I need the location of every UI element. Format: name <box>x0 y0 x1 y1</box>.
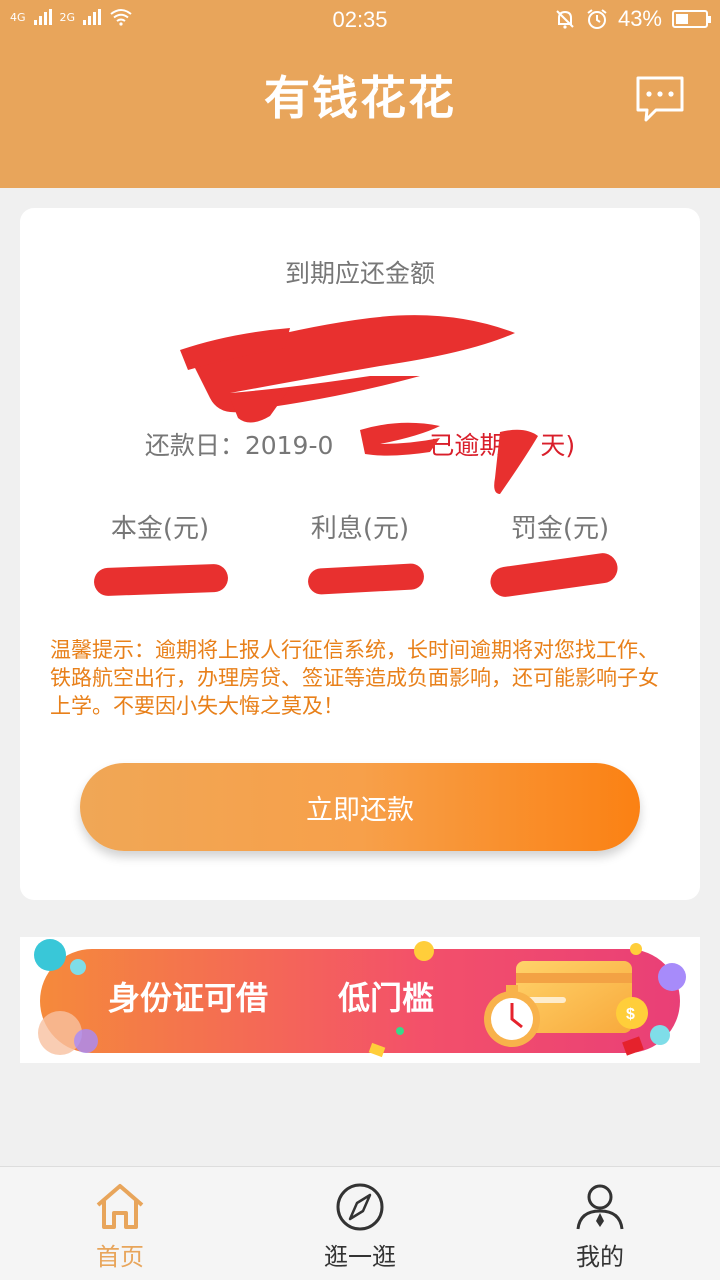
redaction-principal <box>93 563 229 597</box>
nav-item-home[interactable]: 首页 <box>0 1167 240 1280</box>
penalty-label: 罚金(元) <box>510 514 610 544</box>
principal-label: 本金(元) <box>110 514 210 544</box>
status-right: 43% <box>554 6 711 32</box>
due-date-value: 2019-0 <box>244 431 334 460</box>
compass-icon <box>336 1183 384 1231</box>
mute-icon <box>556 10 574 29</box>
home-icon <box>96 1184 144 1229</box>
page-title: 有钱花花 <box>264 71 456 125</box>
repay-now-button[interactable]: 立即还款 <box>80 763 640 851</box>
bottom-nav: 首页 逛一逛 我的 <box>0 1166 720 1280</box>
interest-label: 利息(元) <box>310 514 410 544</box>
promo-banner-graphic: $ 身份证可借 低门槛 <box>34 939 686 1058</box>
redaction-date <box>360 422 538 494</box>
alarm-icon <box>587 9 607 29</box>
user-icon <box>576 1184 624 1230</box>
due-amount-label: 到期应还金额 <box>284 259 435 288</box>
nav-label-mine: 我的 <box>576 1243 624 1271</box>
due-date-label: 还款日： <box>144 431 245 460</box>
nav-label-explore: 逛一逛 <box>324 1243 396 1271</box>
message-button[interactable] <box>634 74 686 126</box>
svg-text:$: $ <box>626 1006 635 1023</box>
battery-icon <box>672 10 711 28</box>
repayment-card: 到期应还金额 还款日：2019-0 已逾期 天) 本金(元) 利息(元) 罚金(元)… <box>20 208 700 900</box>
promo-banner[interactable]: $ 身份证可借 低门槛 <box>20 937 700 1063</box>
nav-item-explore[interactable]: 逛一逛 <box>240 1167 480 1280</box>
nav-item-mine[interactable]: 我的 <box>480 1167 720 1280</box>
battery-percent: 43% <box>617 6 662 31</box>
banner-text-1: 身份证可借 <box>108 979 268 1017</box>
banner-text-2: 低门槛 <box>338 979 434 1017</box>
nav-label-home: 首页 <box>96 1243 144 1271</box>
redaction-amount <box>180 315 515 423</box>
chat-bubble-icon <box>636 76 684 122</box>
warning-tip: 温馨提示：逾期将上报人行征信系统，长时间逾期将对您找工作、铁路航空出行，办理房贷… <box>50 638 659 718</box>
status-bar: 4G 2G 02:35 43% <box>0 0 720 40</box>
top-bar: 4G 2G 02:35 43% 有钱花花 <box>0 0 720 188</box>
